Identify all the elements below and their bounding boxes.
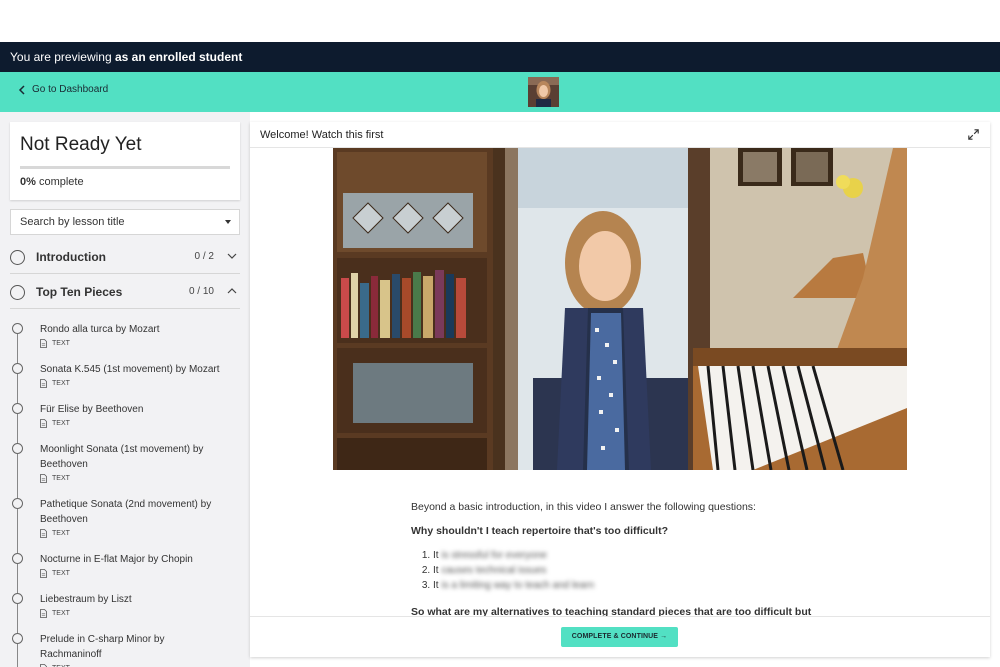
section-title: Top Ten Pieces	[36, 285, 123, 299]
lesson-type: TEXT	[40, 569, 70, 578]
section-count: 0 / 10	[188, 286, 214, 297]
timeline-connector	[17, 334, 18, 364]
timeline-connector	[17, 564, 18, 594]
lesson-status-circle-icon	[12, 553, 23, 564]
lesson-type-label: TEXT	[52, 420, 70, 427]
document-icon	[40, 419, 47, 428]
lesson-video[interactable]	[333, 148, 907, 470]
lesson-title: Prelude in C-sharp Minor by Rachmaninoff	[40, 634, 165, 660]
course-sidebar: Not Ready Yet 0% complete Search by less…	[0, 112, 250, 667]
preview-role: as an enrolled student	[114, 50, 243, 64]
lesson-status-circle-icon	[12, 323, 23, 334]
list-item: It is stressful for everyone	[433, 548, 851, 563]
answer-visible: It	[433, 580, 439, 591]
lesson-type-label: TEXT	[52, 340, 70, 347]
lesson-title: Liebestraum by Liszt	[40, 594, 132, 605]
complete-and-continue-button[interactable]: COMPLETE & CONTINUE →	[561, 627, 678, 647]
timeline-connector	[17, 414, 18, 444]
document-icon	[40, 569, 47, 578]
lesson-type: TEXT	[40, 609, 70, 618]
lesson-status-circle-icon	[12, 633, 23, 644]
timeline-connector	[17, 374, 18, 404]
lesson-type-label: TEXT	[52, 530, 70, 537]
section-count: 0 / 2	[194, 251, 214, 262]
progress-label: 0% complete	[20, 176, 230, 188]
lesson-intro: Beyond a basic introduction, in this vid…	[411, 501, 756, 513]
course-title: Not Ready Yet	[20, 134, 142, 155]
section-top-ten-pieces[interactable]: Top Ten Pieces 0 / 10	[10, 275, 240, 309]
answer-blurred: causes technical issues	[441, 565, 547, 576]
lesson-type: TEXT	[40, 379, 70, 388]
document-icon	[40, 609, 47, 618]
progress-suffix: complete	[38, 176, 84, 188]
instructor-avatar	[528, 77, 559, 107]
go-to-dashboard-link[interactable]: Go to Dashboard	[18, 84, 108, 95]
lesson-header: Welcome! Watch this first	[250, 122, 990, 148]
lesson-title: Sonata K.545 (1st movement) by Mozart	[40, 364, 220, 375]
course-progress-card: Not Ready Yet 0% complete	[10, 122, 240, 200]
answer-blurred: is stressful for everyone	[441, 550, 547, 561]
list-item: It is a limiting way to teach and learn	[433, 578, 851, 593]
answer-list: It is stressful for everyone It causes t…	[411, 548, 851, 593]
lesson-status-circle-icon	[12, 498, 23, 509]
lesson-text: Beyond a basic introduction, in this vid…	[411, 500, 851, 619]
lesson-content-card: Welcome! Watch this first Beyond a basic…	[250, 122, 990, 657]
lesson-type: TEXT	[40, 529, 70, 538]
lesson-title: Rondo alla turca by Mozart	[40, 324, 160, 335]
document-icon	[40, 339, 47, 348]
back-label: Go to Dashboard	[32, 84, 109, 95]
chevron-down-icon	[227, 253, 237, 259]
lesson-title: Moonlight Sonata (1st movement) by Beeth…	[40, 444, 204, 470]
timeline-connector	[17, 604, 18, 634]
lesson-status-circle-icon	[12, 403, 23, 414]
lesson-title: Nocturne in E-flat Major by Chopin	[40, 554, 193, 565]
lesson-type: TEXT	[40, 474, 70, 483]
document-icon	[40, 379, 47, 388]
section-status-circle-icon	[10, 250, 25, 265]
timeline-connector	[17, 509, 18, 553]
top-navigation: Go to Dashboard	[0, 72, 1000, 112]
lesson-type: TEXT	[40, 419, 70, 428]
lesson-search-dropdown[interactable]: Search by lesson title	[10, 209, 240, 235]
list-item: It causes technical issues	[433, 563, 851, 578]
lesson-type-label: TEXT	[52, 380, 70, 387]
lesson-status-circle-icon	[12, 363, 23, 374]
lesson-type-label: TEXT	[52, 475, 70, 482]
lesson-type-label: TEXT	[52, 570, 70, 577]
caret-down-icon	[225, 220, 231, 224]
lesson-footer: COMPLETE & CONTINUE →	[250, 616, 990, 657]
answer-visible: It	[433, 550, 439, 561]
lesson-status-circle-icon	[12, 593, 23, 604]
document-icon	[40, 529, 47, 538]
lesson-title: Für Elise by Beethoven	[40, 404, 144, 415]
chevron-up-icon	[227, 288, 237, 294]
lesson-status-circle-icon	[12, 443, 23, 454]
timeline-connector	[17, 454, 18, 498]
search-label: Search by lesson title	[20, 216, 125, 228]
document-icon	[40, 474, 47, 483]
lesson-type: TEXT	[40, 339, 70, 348]
progress-percent: 0%	[20, 176, 36, 188]
lesson-type-label: TEXT	[52, 610, 70, 617]
chevron-left-icon	[18, 84, 25, 95]
section-status-circle-icon	[10, 285, 25, 300]
preview-banner: You are previewing as an enrolled studen…	[0, 42, 1000, 72]
section-introduction[interactable]: Introduction 0 / 2	[10, 240, 240, 274]
lesson-heading: Welcome! Watch this first	[260, 129, 384, 141]
answer-blurred: is a limiting way to teach and learn	[441, 580, 595, 591]
expand-icon[interactable]	[968, 129, 979, 140]
answer-visible: It	[433, 565, 439, 576]
preview-prefix: You are previewing	[10, 50, 112, 64]
lesson-title: Pathetique Sonata (2nd movement) by Beet…	[40, 499, 212, 525]
progress-bar	[20, 166, 230, 169]
section-title: Introduction	[36, 250, 106, 264]
timeline-connector	[17, 644, 18, 667]
question-heading: Why shouldn't I teach repertoire that's …	[411, 525, 668, 537]
